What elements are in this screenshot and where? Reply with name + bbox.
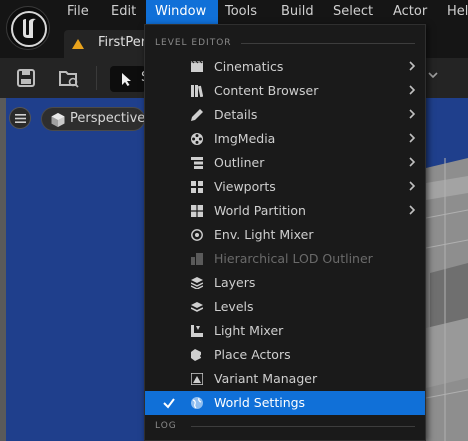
level-icon [72, 39, 84, 49]
place-actors-icon [191, 349, 203, 361]
menu-select[interactable]: Select [324, 0, 382, 24]
cursor-icon [122, 73, 131, 86]
menu-item-label: World Settings [214, 395, 306, 410]
menu-item-cinematics[interactable]: Cinematics [145, 55, 425, 79]
menu-item-levels[interactable]: Levels [145, 295, 425, 319]
viewport-options-button[interactable] [9, 107, 31, 129]
menu-item-label: Env. Light Mixer [214, 227, 314, 242]
menu-item-env-light-mixer[interactable]: Env. Light Mixer [145, 223, 425, 247]
layers-icon [191, 277, 203, 289]
menu-item-hlod-outliner: Hierarchical LOD Outliner [145, 247, 425, 271]
light-mixer-icon [191, 229, 203, 241]
menu-item-layers[interactable]: Layers [145, 271, 425, 295]
menu-item-variant-manager[interactable]: Variant Manager [145, 367, 425, 391]
chevron-right-icon [409, 133, 416, 143]
menu-item-label: Layers [214, 275, 256, 290]
section-divider [241, 43, 415, 44]
section-header-level-editor: LEVEL EDITOR [155, 38, 232, 48]
hamburger-icon [15, 114, 26, 123]
menu-item-viewports[interactable]: Viewports [145, 175, 425, 199]
list-icon [191, 157, 203, 169]
menu-item-place-actors[interactable]: Place Actors [145, 343, 425, 367]
menu-build[interactable]: Build [272, 0, 323, 24]
menu-item-outliner[interactable]: Outliner [145, 151, 425, 175]
globe-icon [191, 397, 203, 409]
menu-tools[interactable]: Tools [216, 0, 266, 24]
light-mixer-icon [191, 325, 203, 337]
menu-item-content-browser[interactable]: Content Browser [145, 79, 425, 103]
chevron-down-icon[interactable] [428, 70, 438, 83]
menu-bar: File Edit Window Tools Build Select Acto… [0, 0, 468, 26]
menu-item-label: Outliner [214, 155, 265, 170]
section-header-log: LOG [155, 421, 177, 431]
menu-item-label: Content Browser [214, 83, 319, 98]
menu-item-light-mixer[interactable]: Light Mixer [145, 319, 425, 343]
grid-icon [191, 181, 203, 193]
menu-help[interactable]: Help [438, 0, 468, 24]
chevron-right-icon [409, 109, 416, 119]
variant-manager-icon [191, 373, 203, 385]
chevron-right-icon [409, 205, 416, 215]
section-divider [191, 426, 415, 427]
checkmark-icon [163, 398, 175, 409]
menu-actor[interactable]: Actor [384, 0, 436, 24]
chevron-right-icon [409, 85, 416, 95]
menu-item-label: Details [214, 107, 258, 122]
menu-item-label: Cinematics [214, 59, 284, 74]
content-browser-icon [191, 85, 203, 97]
menu-item-details[interactable]: Details [145, 103, 425, 127]
partition-grid-icon [191, 205, 203, 217]
browse-content-icon[interactable] [54, 64, 84, 92]
chevron-right-icon [409, 181, 416, 191]
save-icon[interactable] [12, 64, 42, 92]
toolbar-divider [96, 66, 97, 90]
film-reel-icon [191, 133, 203, 145]
menu-edit[interactable]: Edit [102, 0, 145, 24]
menu-item-label: Place Actors [214, 347, 291, 362]
levels-icon [191, 302, 203, 312]
menu-item-world-settings[interactable]: World Settings [145, 391, 425, 415]
pencil-icon [191, 109, 203, 121]
unreal-logo-icon[interactable] [6, 6, 50, 50]
menu-item-label: Variant Manager [214, 371, 318, 386]
menu-item-label: Light Mixer [214, 323, 284, 338]
menu-item-label: Levels [214, 299, 254, 314]
menu-item-world-partition[interactable]: World Partition [145, 199, 425, 223]
perspective-button[interactable]: Perspective [41, 107, 145, 131]
chevron-right-icon [409, 157, 416, 167]
menu-item-imgmedia[interactable]: ImgMedia [145, 127, 425, 151]
perspective-label: Perspective [70, 111, 146, 126]
cube-icon [51, 113, 65, 127]
level-tab-label: FirstPer [98, 35, 147, 50]
menu-item-label: Hierarchical LOD Outliner [214, 251, 373, 266]
menu-window[interactable]: Window [146, 0, 218, 24]
menu-item-label: ImgMedia [214, 131, 276, 146]
hlod-icon [191, 253, 203, 265]
window-menu-dropdown: LEVEL EDITOR Cinematics Content Browser … [144, 24, 426, 441]
chevron-right-icon [409, 61, 416, 71]
menu-file[interactable]: File [58, 0, 98, 24]
menu-item-label: World Partition [214, 203, 306, 218]
film-icon [191, 61, 203, 72]
mode-select-button[interactable]: S [110, 66, 149, 92]
menu-item-label: Viewports [214, 179, 276, 194]
